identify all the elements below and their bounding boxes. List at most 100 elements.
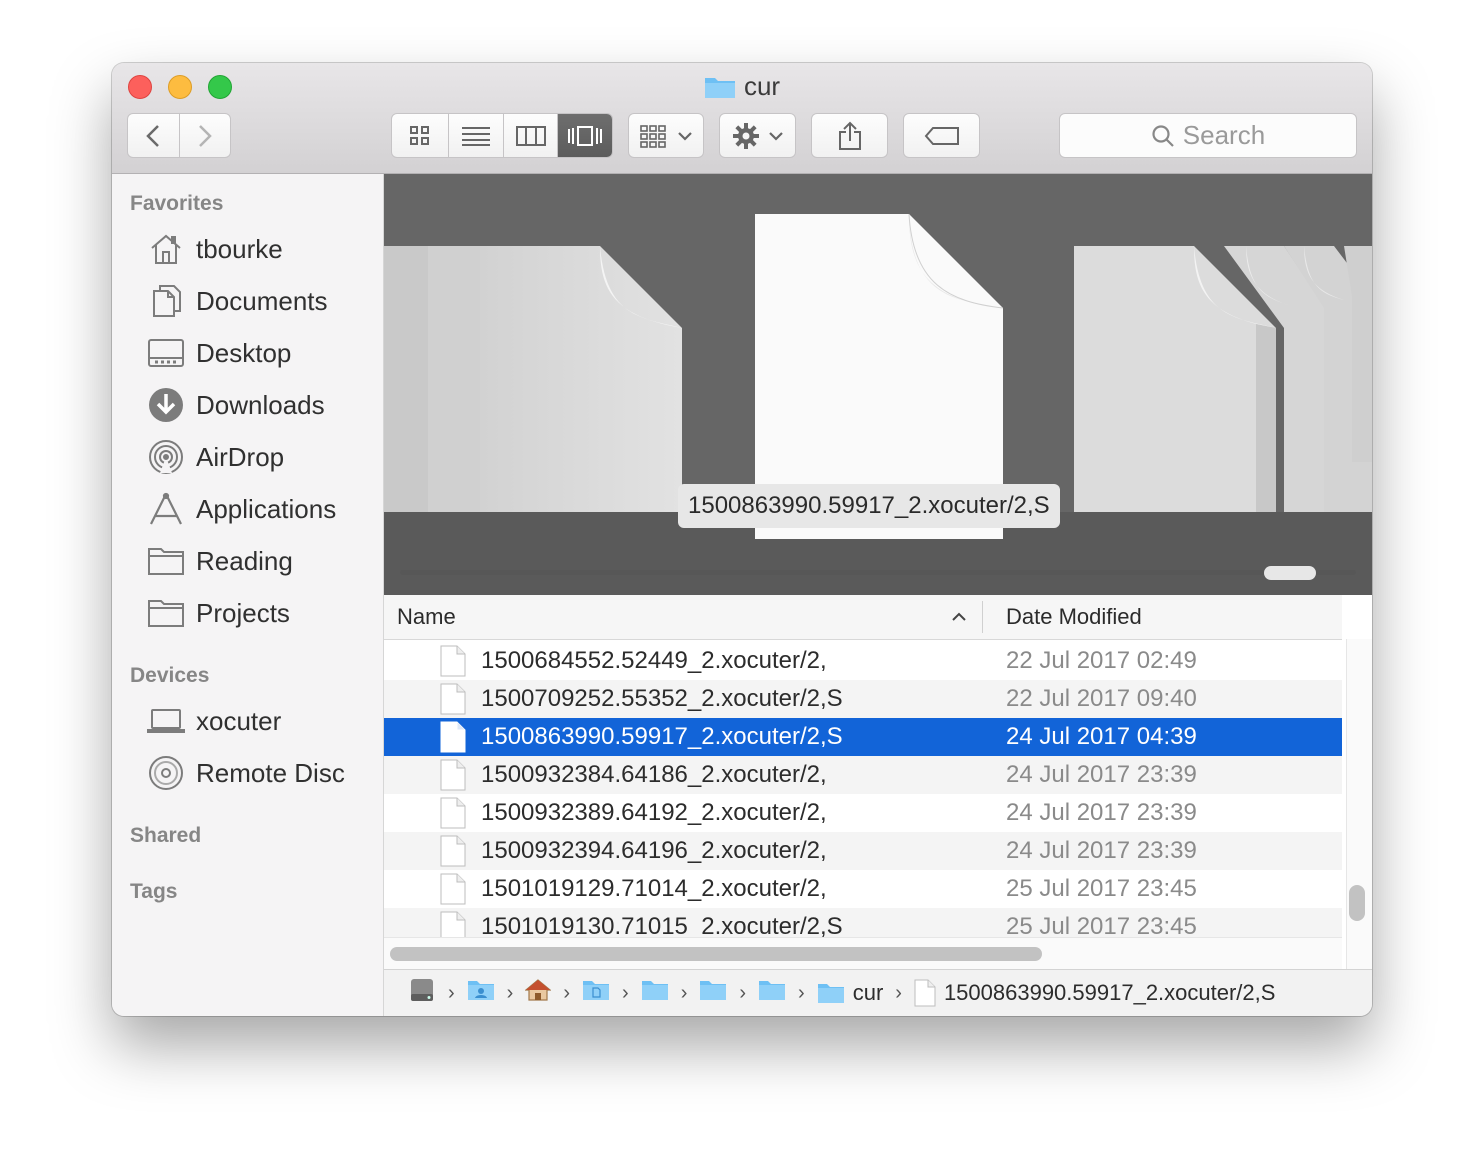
share-icon: [838, 121, 861, 150]
back-button[interactable]: [128, 114, 180, 157]
sidebar-item-label: Desktop: [196, 337, 292, 368]
file-date: 24 Jul 2017 23:39: [1006, 761, 1197, 788]
column-header-name[interactable]: Name: [397, 595, 456, 639]
sidebar-item-airdrop[interactable]: AirDrop: [146, 437, 284, 477]
cover-flow-documents[interactable]: [384, 174, 1372, 595]
sidebar-item-reading[interactable]: Reading: [146, 541, 293, 581]
icon-view-button[interactable]: [392, 114, 449, 157]
sidebar-item-xocuter[interactable]: xocuter: [146, 701, 281, 741]
document-icon: [440, 759, 466, 791]
sidebar-item-label: xocuter: [196, 705, 282, 736]
path-separator-icon: ›: [563, 981, 571, 1004]
gear-icon: [732, 122, 759, 149]
history-nav: [127, 113, 231, 158]
sidebar-item-downloads[interactable]: Downloads: [146, 385, 325, 425]
vertical-scroll-thumb[interactable]: [1349, 885, 1365, 921]
sidebar-item-label: Applications: [196, 493, 337, 524]
table-row[interactable]: 1500932384.64186_2.xocuter/2, 24 Jul 201…: [384, 756, 1342, 794]
folder-icon: [817, 984, 844, 1003]
path-item-file[interactable]: 1500863990.59917_2.xocuter/2,S: [914, 979, 1275, 1007]
cover-flow-scrollbar[interactable]: [400, 570, 1356, 575]
sidebar-header-favorites: Favorites: [130, 192, 224, 215]
path-item-label: cur: [852, 980, 884, 1005]
table-row[interactable]: 1500932389.64192_2.xocuter/2, 24 Jul 201…: [384, 794, 1342, 832]
sort-ascending-icon[interactable]: [951, 612, 967, 622]
view-mode-selector: [391, 113, 613, 158]
action-button[interactable]: [719, 113, 796, 158]
path-separator-icon: ›: [739, 981, 747, 1004]
path-separator-icon: ›: [622, 981, 629, 1004]
cover-flow-selected-label: 1500863990.59917_2.xocuter/2,S: [678, 484, 1060, 528]
tags-button[interactable]: [903, 113, 980, 158]
sidebar-item-desktop[interactable]: Desktop: [146, 333, 291, 373]
share-button[interactable]: [811, 113, 888, 158]
tag-icon: [924, 126, 959, 145]
search-field[interactable]: Search: [1059, 113, 1357, 158]
sidebar-header-tags[interactable]: Tags: [130, 880, 177, 904]
folder-icon: [146, 593, 186, 633]
documents-folder-icon[interactable]: [582, 979, 610, 1007]
folder-icon: [146, 541, 186, 581]
file-date: 24 Jul 2017 23:39: [1006, 799, 1197, 826]
sidebar-item-applications[interactable]: Applications: [146, 489, 336, 529]
sidebar-item-tbourke[interactable]: tbourke: [146, 229, 283, 269]
search-icon: [1152, 124, 1174, 147]
sidebar-item-remote-disc[interactable]: Remote Disc: [146, 753, 345, 793]
path-item-cur[interactable]: cur: [817, 980, 884, 1006]
document-icon: [440, 835, 466, 867]
column-view-button[interactable]: [504, 114, 559, 157]
sidebar-item-label: Projects: [196, 597, 290, 628]
document-icon: [440, 683, 466, 715]
airdrop-icon: [146, 437, 186, 477]
path-separator-icon: ›: [680, 981, 688, 1004]
sidebar-header-devices: Devices: [130, 664, 210, 687]
file-name: 1501019129.71014_2.xocuter/2,: [481, 875, 827, 902]
sidebar-item-projects[interactable]: Projects: [146, 593, 290, 633]
forward-button[interactable]: [180, 114, 230, 157]
file-date: 22 Jul 2017 02:49: [1006, 647, 1197, 674]
document-icon: [440, 645, 466, 677]
sidebar-item-documents[interactable]: Documents: [146, 281, 328, 321]
sidebar: Favorites tbourke Documents Desktop Down…: [112, 174, 384, 1016]
table-row[interactable]: 1501019129.71014_2.xocuter/2, 25 Jul 201…: [384, 870, 1342, 908]
chevron-down-icon: [678, 131, 692, 141]
table-row-selected[interactable]: 1500863990.59917_2.xocuter/2,S 24 Jul 20…: [384, 718, 1342, 756]
file-name: 1500932389.64192_2.xocuter/2,: [481, 799, 827, 826]
desktop-icon: [146, 333, 186, 373]
chevron-right-icon: [199, 124, 212, 147]
home-icon: [146, 229, 186, 269]
table-row[interactable]: 1500709252.55352_2.xocuter/2,S 22 Jul 20…: [384, 680, 1342, 718]
column-header-date-modified[interactable]: Date Modified: [1006, 595, 1142, 639]
path-bar: › › › › › › › cur › 1500863990.59917_2.x…: [384, 969, 1372, 1016]
folder-icon[interactable]: [699, 979, 727, 1007]
hard-drive-icon[interactable]: [408, 976, 436, 1010]
folder-icon[interactable]: [758, 979, 786, 1007]
toolbar: cur Search: [112, 63, 1372, 174]
file-name: 1500932384.64186_2.xocuter/2,: [481, 761, 827, 788]
laptop-icon: [146, 701, 186, 741]
file-name: 1500709252.55352_2.xocuter/2,S: [481, 685, 843, 712]
folder-icon[interactable]: [641, 979, 669, 1007]
arrange-button[interactable]: [628, 113, 704, 158]
column-divider[interactable]: [982, 601, 983, 633]
horizontal-scroll-thumb[interactable]: [390, 947, 1042, 961]
cover-flow-view-button[interactable]: [558, 114, 612, 157]
list-header: Name Date Modified: [384, 595, 1342, 640]
table-row[interactable]: 1500684552.52449_2.xocuter/2, 22 Jul 201…: [384, 642, 1342, 680]
sidebar-item-label: tbourke: [196, 233, 283, 264]
cover-flow-icon: [568, 125, 603, 146]
users-folder-icon[interactable]: [467, 979, 495, 1007]
cover-flow-scroll-knob[interactable]: [1264, 566, 1316, 580]
list-view-button[interactable]: [449, 114, 505, 157]
finder-window: cur Search Favorites tbourke Documents D…: [112, 63, 1372, 1016]
file-date: 24 Jul 2017 04:39: [1006, 723, 1197, 750]
window-title: cur: [112, 71, 1372, 106]
path-separator-icon: ›: [506, 981, 514, 1004]
icon-grid-icon: [409, 125, 429, 145]
table-row[interactable]: 1500932394.64196_2.xocuter/2, 24 Jul 201…: [384, 832, 1342, 870]
chevron-left-icon: [146, 124, 160, 147]
file-list: Name Date Modified 1500684552.52449_2.xo…: [384, 595, 1372, 969]
file-name: 1500684552.52449_2.xocuter/2,: [481, 647, 827, 674]
sidebar-header-shared[interactable]: Shared: [130, 824, 201, 848]
home-icon[interactable]: [524, 978, 553, 1008]
